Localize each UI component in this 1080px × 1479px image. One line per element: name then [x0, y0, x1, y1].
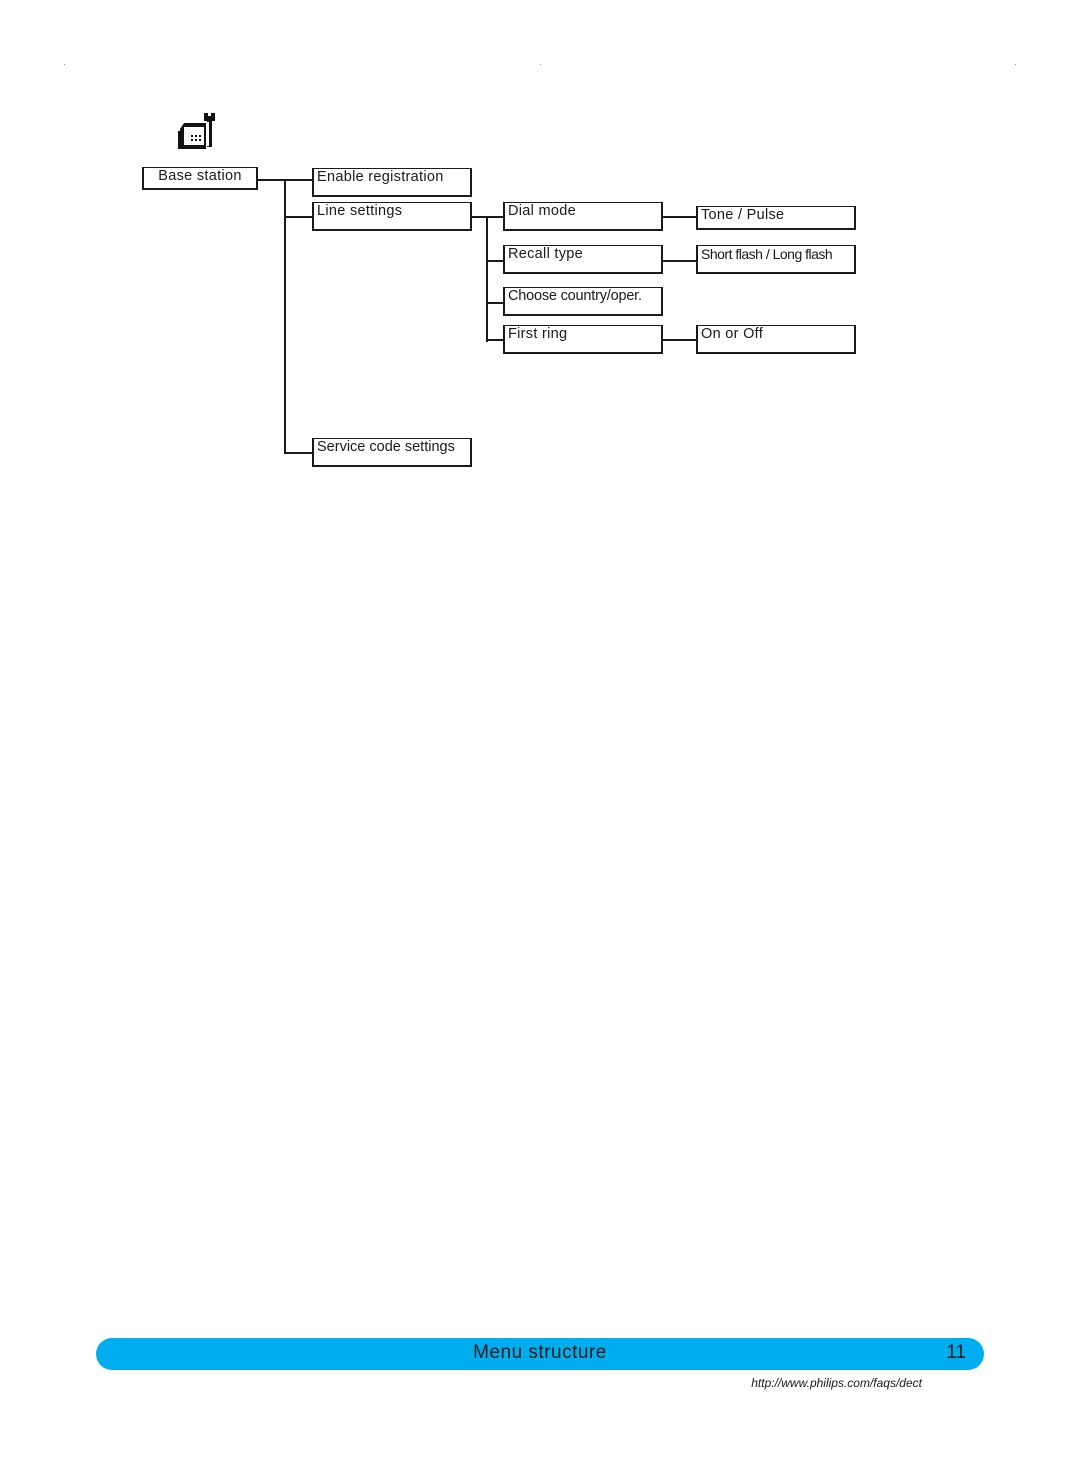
connector	[472, 216, 505, 218]
registration-mark	[540, 64, 541, 65]
footer-bar: Menu structure 11	[96, 1338, 984, 1370]
menu-node-choose-country: Choose country/oper.	[503, 287, 663, 316]
connector	[284, 216, 314, 218]
option-tone-pulse: Tone / Pulse	[696, 206, 856, 230]
option-short-long-flash: Short flash / Long flash	[696, 245, 856, 274]
registration-mark	[64, 64, 65, 65]
connector-trunk	[284, 179, 286, 454]
option-on-off: On or Off	[696, 325, 856, 354]
section-title: Menu structure	[473, 1342, 607, 1363]
connector	[663, 260, 698, 262]
connector	[284, 452, 314, 454]
menu-node-dial-mode: Dial mode	[503, 202, 663, 231]
connector-trunk	[486, 216, 488, 342]
menu-node-first-ring: First ring	[503, 325, 663, 354]
menu-node-enable-registration: Enable registration	[312, 168, 472, 197]
menu-node-recall-type: Recall type	[503, 245, 663, 274]
menu-node-base-station: Base station	[142, 167, 258, 190]
connector	[663, 339, 698, 341]
connector	[258, 179, 314, 181]
connector	[663, 216, 698, 218]
menu-node-line-settings: Line settings	[312, 202, 472, 231]
page-number: 11	[946, 1342, 966, 1363]
footer-url: http://www.philips.com/faqs/dect	[751, 1376, 922, 1390]
registration-mark	[1015, 64, 1016, 65]
menu-node-service-code-settings: Service code settings	[312, 438, 472, 467]
base-station-settings-icon	[178, 113, 215, 149]
